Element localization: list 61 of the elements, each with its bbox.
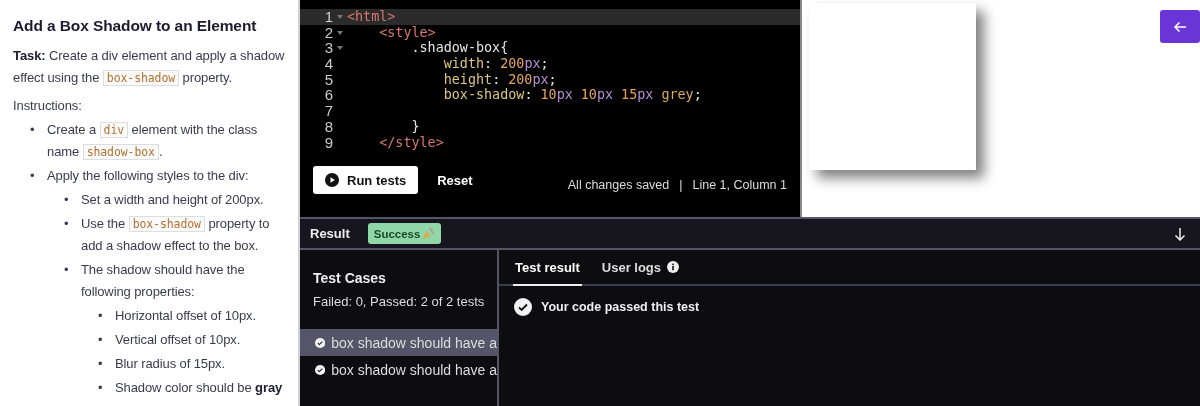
back-button[interactable]	[1160, 10, 1200, 43]
play-icon	[325, 173, 339, 187]
code-line: height: 200px;	[442, 71, 557, 88]
instruction-text: Horizontal offset of 10px.	[115, 307, 257, 325]
party-popper-icon	[422, 227, 436, 240]
result-tab[interactable]: User logs	[599, 250, 682, 286]
line-number: 2	[323, 24, 333, 41]
bullet: •	[98, 307, 104, 325]
line-number: 6	[323, 87, 333, 104]
code-line: </style>	[378, 134, 444, 151]
code-line: <style>	[378, 24, 436, 41]
status-separator: |	[679, 178, 683, 192]
bullet: •	[30, 167, 36, 185]
instruction-text: The shadow should have the following properties:	[81, 261, 246, 301]
result-label: Result	[310, 226, 350, 241]
bullet: •	[64, 191, 70, 209]
instruction-text: Shadow color should be gray	[115, 379, 284, 397]
bullet: •	[30, 121, 36, 139]
result-tab[interactable]: Test result	[513, 250, 582, 286]
line-number: 7	[323, 103, 333, 119]
code-line: }	[410, 118, 420, 135]
test-result-message: Your code passed this test	[541, 300, 700, 314]
test-case-item[interactable]: box shadow should have a	[300, 356, 497, 383]
bullet: •	[98, 331, 104, 349]
instruction-text: Create a div element with the class name shadow-box .	[47, 121, 259, 162]
cursor-position: Line 1, Column 1	[692, 178, 787, 192]
check-circle-icon	[514, 298, 532, 316]
arrow-down-icon[interactable]	[1174, 226, 1186, 241]
line-number: 5	[323, 71, 333, 88]
code-line: box-shadow: 10px 10px 15px grey;	[442, 87, 702, 104]
arrow-left-icon	[1173, 20, 1187, 33]
code-line: .shadow-box{	[410, 40, 509, 57]
instruction-text: Blur radius of 15px.	[115, 355, 226, 373]
run-tests-button[interactable]: Run tests	[313, 166, 419, 194]
test-cases-title: Test Cases	[313, 270, 387, 286]
line-number: 4	[323, 56, 333, 72]
line-number: 3	[323, 40, 333, 57]
instructions-heading: Instructions:	[13, 97, 83, 115]
success-badge: Success	[367, 223, 442, 244]
bullet: •	[98, 379, 104, 397]
bullet: •	[98, 355, 104, 373]
code-line: <html>	[347, 9, 396, 25]
line-number: 8	[323, 118, 333, 135]
save-status: All changes saved	[567, 178, 670, 192]
code-line: width: 200px;	[442, 56, 549, 72]
bullet: •	[64, 261, 70, 279]
fold-icon[interactable]	[337, 14, 343, 19]
task-title: Add a Box Shadow to an Element	[13, 17, 258, 35]
instruction-text: Use the box-shadow property to add a shadow effect to the box.	[81, 215, 271, 255]
instruction-text: Apply the following styles to the div:	[47, 167, 250, 185]
task-description: Task: Create a div element and apply a shadow effect using the box-shadow property.	[13, 47, 286, 88]
test-case-item[interactable]: box shadow should have a	[300, 329, 497, 356]
instruction-text: Set a width and height of 200px.	[81, 191, 265, 209]
fold-icon[interactable]	[337, 46, 343, 51]
reset-button[interactable]: Reset	[431, 171, 479, 189]
bullet: •	[64, 215, 70, 233]
test-summary: Failed: 0, Passed: 2 of 2 tests	[313, 294, 486, 309]
line-number: 1	[323, 9, 333, 25]
line-number: 9	[323, 134, 333, 151]
instruction-text: Vertical offset of 10px.	[115, 331, 242, 349]
fold-icon[interactable]	[337, 30, 343, 35]
